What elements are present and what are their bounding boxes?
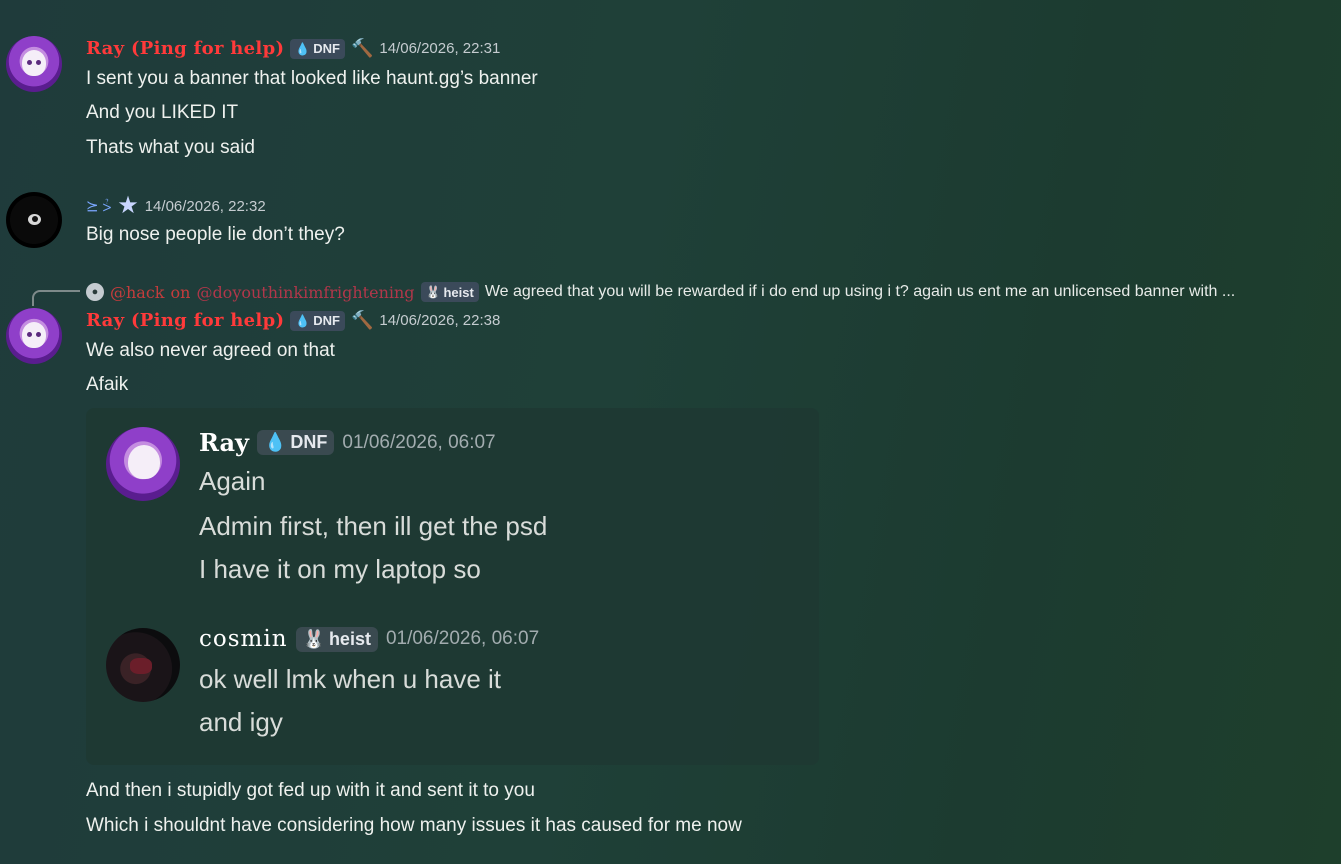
avatar-detail — [130, 658, 152, 674]
drop-icon: 💧 — [295, 41, 311, 56]
heist-tag[interactable]: 🐰 heist — [420, 282, 479, 302]
embed-text: Admin first, then ill get the psd — [199, 511, 548, 541]
author-name[interactable]: Ray (Ping for help) — [86, 310, 284, 331]
message-text: Which i shouldnt have considering how ma… — [86, 815, 742, 836]
drop-icon: 💧 — [295, 313, 311, 328]
message-text: Big nose people lie don’t they? — [86, 224, 345, 245]
dnf-tag[interactable]: 💧 DNF — [290, 310, 345, 331]
embed-text: I have it on my laptop so — [199, 554, 481, 584]
author-name[interactable]: ⪰ ⩼ — [86, 197, 111, 215]
bunny-icon: 🐰 — [302, 628, 325, 649]
discord-icon: ● — [86, 283, 104, 301]
avatar-face — [22, 322, 46, 348]
reply-connector — [32, 290, 80, 306]
embed-avatar-cosmin — [106, 628, 180, 702]
message-text: And you LIKED IT — [86, 102, 239, 123]
embed-text: ok well lmk when u have it — [199, 664, 502, 694]
embedded-image[interactable]: Ray 💧 DNF 01/06/2026, 06:07 Again Admin f… — [86, 408, 819, 765]
reply-on: on — [170, 282, 191, 302]
bunny-icon: 🐰 — [425, 285, 441, 299]
tag-label: heist — [443, 284, 474, 300]
message-header: Ray (Ping for help) 💧 DNF 🔨 14/06/2026, 2… — [86, 310, 500, 331]
tag-label: DNF — [313, 41, 340, 56]
avatar-face — [22, 50, 46, 76]
embed-dnf-tag: 💧 DNF — [257, 430, 335, 455]
embed-author: cosmin — [199, 626, 288, 652]
timestamp[interactable]: 14/06/2026, 22:31 — [379, 40, 500, 57]
reply-mention[interactable]: @hack — [110, 283, 165, 302]
message-text: Afaik — [86, 374, 129, 395]
message-text: We also never agreed on that — [86, 340, 335, 361]
embed-header: cosmin 🐰 heist 01/06/2026, 06:07 — [199, 626, 539, 652]
message-text: I sent you a banner that looked like hau… — [86, 68, 538, 89]
avatar-face — [128, 445, 160, 479]
avatar-ray[interactable] — [6, 36, 62, 92]
embed-author: Ray — [199, 428, 249, 457]
reply-reference[interactable]: ● @hack on @doyouthinkimfrightening 🐰 hei… — [86, 282, 1235, 302]
star-icon: ★ — [117, 192, 139, 219]
message-header: Ray (Ping for help) 💧 DNF 🔨 14/06/2026, 2… — [86, 38, 500, 59]
embed-header: Ray 💧 DNF 01/06/2026, 06:07 — [199, 428, 496, 457]
embed-avatar-ray — [106, 427, 180, 501]
reply-mention[interactable]: @doyouthinkimfrightening — [196, 283, 414, 302]
hammer-icon: 🔨 — [350, 38, 374, 58]
hammer-icon: 🔨 — [350, 310, 374, 330]
reply-text: We agreed that you will be rewarded if i… — [484, 283, 1236, 300]
drop-icon: 💧 — [264, 432, 287, 452]
tag-label: DNF — [313, 313, 340, 328]
embed-heist-tag: 🐰 heist — [295, 626, 378, 652]
avatar-dark[interactable] — [6, 192, 62, 248]
dnf-tag[interactable]: 💧 DNF — [290, 38, 345, 59]
message-text: Thats what you said — [86, 137, 255, 158]
message-header: ⪰ ⩼ ★ 14/06/2026, 22:32 — [86, 194, 266, 218]
avatar-ray[interactable] — [6, 308, 62, 364]
author-name[interactable]: Ray (Ping for help) — [86, 38, 284, 59]
tag-label: DNF — [290, 432, 328, 452]
message-text: And then i stupidly got fed up with it a… — [86, 780, 535, 801]
embed-timestamp: 01/06/2026, 06:07 — [385, 628, 540, 649]
embed-text: and igy — [199, 707, 283, 737]
timestamp[interactable]: 14/06/2026, 22:38 — [379, 312, 500, 329]
tag-label: heist — [328, 628, 371, 649]
embed-timestamp: 01/06/2026, 06:07 — [342, 431, 496, 453]
timestamp[interactable]: 14/06/2026, 22:32 — [145, 198, 266, 215]
embed-text: Again — [199, 466, 266, 496]
avatar-pupil — [32, 216, 38, 222]
